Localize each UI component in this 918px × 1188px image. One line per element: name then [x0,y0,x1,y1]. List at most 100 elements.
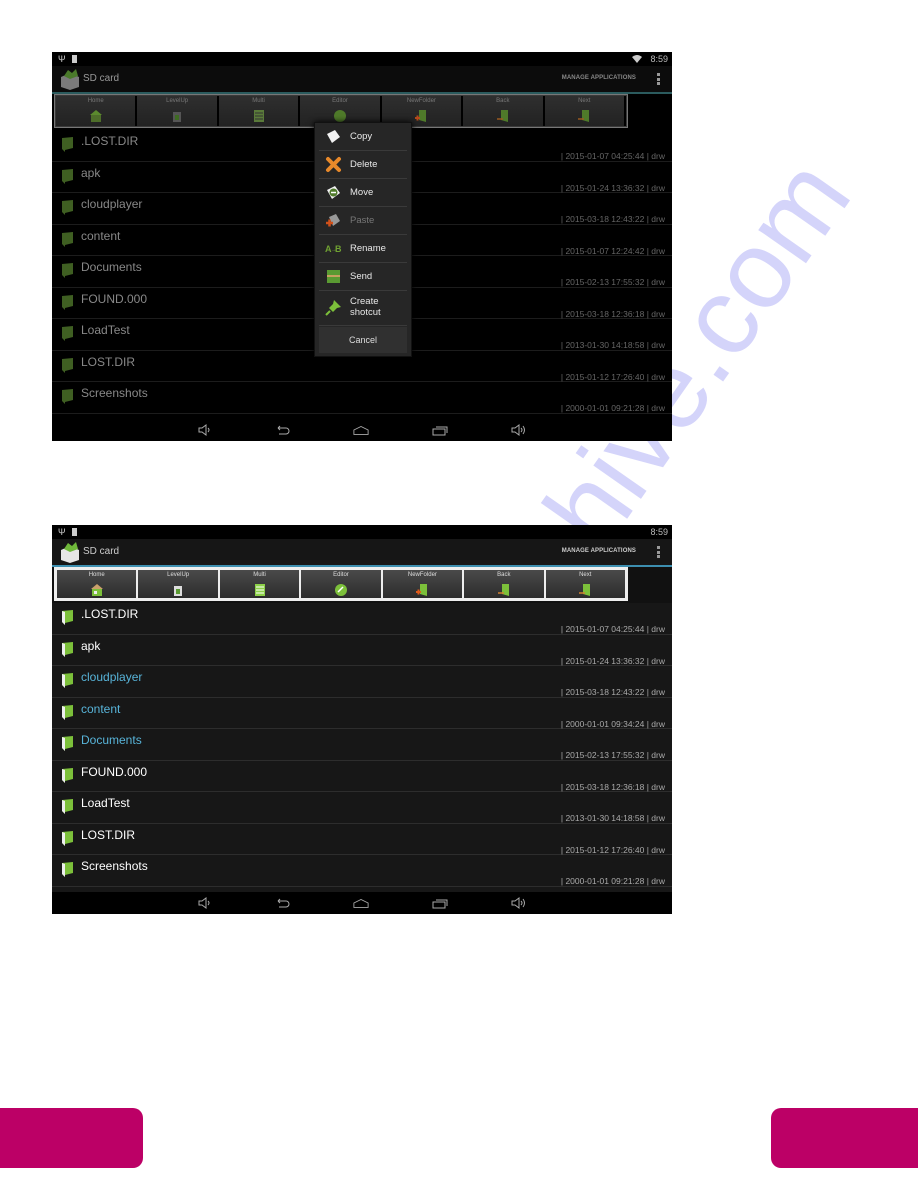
folder-icon [62,137,73,152]
toolbar-back-button[interactable]: Back [464,570,544,598]
clock: 8:59 [650,54,668,64]
action-bar: SD card MANAGE APPLICATIONS [52,66,672,94]
back-icon [496,110,508,122]
file-row[interactable]: Screenshots | 2000-01-01 09:21:28 | drw [52,855,672,887]
back-icon[interactable] [274,897,290,909]
multi-select-icon [253,110,264,122]
file-row[interactable]: LOST.DIR | 2015-01-12 17:26:40 | drw [52,823,672,855]
sd-card-icon [71,528,77,536]
volume-down-icon[interactable] [197,424,213,436]
context-menu-send[interactable]: Send [319,263,407,291]
toolbar-multi-button[interactable]: Multi [218,96,301,126]
context-menu-cancel-button[interactable]: Cancel [319,327,407,353]
folder-icon [62,830,73,846]
file-row[interactable]: Screenshots | 2000-01-01 09:21:28 | drw [52,382,672,414]
status-bar: Ψ 8:59 [52,525,672,539]
file-row[interactable]: LoadTest | 2013-01-30 14:18:58 | drw [52,792,672,824]
context-menu-move[interactable]: Move [319,179,407,207]
toolbar-back-button[interactable]: Back [463,96,545,126]
new-folder-icon [415,110,427,122]
screenshot-context-menu: Ψ 8:59 SD card MANAGE APPLICATIONS Home … [52,52,672,441]
overflow-menu-icon[interactable] [657,73,660,85]
context-menu-create-shortcut[interactable]: Create shotcut [319,291,407,326]
context-menu: Copy Delete Move Paste A → B Rename Send Cr… [314,122,412,357]
manage-applications-button[interactable]: MANAGE APPLICATIONS [562,548,636,554]
nav-bar [52,892,672,914]
page-tab-right [771,1108,918,1168]
file-row[interactable]: .LOST.DIR | 2015-01-07 04:25:44 | drw [52,603,672,635]
context-menu-copy[interactable]: Copy [319,123,407,151]
level-up-icon [173,112,182,122]
usb-icon: Ψ [58,54,66,64]
back-icon[interactable] [274,424,290,436]
editor-icon [333,110,346,122]
action-bar-title: SD card [83,546,120,557]
toolbar-levelup-button[interactable]: LevelUp [138,570,218,598]
overflow-menu-icon[interactable] [657,546,660,558]
toolbar-editor-button[interactable]: Editor [301,570,381,598]
home-icon[interactable] [353,897,369,909]
recent-apps-icon[interactable] [432,424,448,436]
nav-bar [52,419,672,441]
folder-icon [62,168,73,184]
toolbar-home-button[interactable]: Home [57,570,137,598]
home-icon [89,110,102,122]
file-row-selected[interactable]: Documents | 2015-02-13 17:55:32 | drw [52,729,672,761]
recent-apps-icon[interactable] [432,897,448,909]
pin-icon [325,300,341,316]
toolbar-levelup-button[interactable]: LevelUp [137,96,219,126]
folder-icon [62,200,73,215]
toolbar-home-button[interactable]: Home [56,96,138,126]
app-logo-icon [61,542,79,563]
volume-down-icon[interactable] [197,897,213,909]
screenshot-multi-select: Ψ 8:59 SD card MANAGE APPLICATIONS Home … [52,525,672,914]
folder-icon [62,641,73,657]
toolbar: Home LevelUp Multi Editor NewFolder Back… [52,567,672,603]
toolbar-multi-button[interactable]: Multi [219,570,300,598]
folder-icon [62,799,73,814]
file-row[interactable]: FOUND.000 | 2015-03-18 12:36:18 | drw [52,760,672,792]
file-row[interactable]: apk | 2015-01-24 13:36:32 | drw [52,634,672,666]
folder-icon [62,263,73,278]
send-icon [327,270,340,283]
folder-icon [62,231,73,247]
volume-up-icon[interactable] [510,897,526,909]
toolbar-newfolder-button[interactable]: NewFolder [382,570,463,598]
volume-up-icon[interactable] [510,424,526,436]
folder-icon [62,389,73,404]
folder-icon [62,767,73,783]
context-menu-delete[interactable]: Delete [319,151,407,179]
folder-icon [62,326,73,341]
clock: 8:59 [650,527,668,537]
toolbar-next-button[interactable]: Next [545,570,625,598]
folder-icon [62,736,73,751]
folder-icon [62,704,73,720]
page-tab-left [0,1108,143,1168]
multi-select-icon [254,584,265,596]
folder-icon [62,673,73,688]
svg-text:B: B [335,244,342,254]
level-up-icon [174,586,183,596]
toolbar-next-button[interactable]: Next [544,96,626,126]
status-bar: Ψ 8:59 [52,52,672,66]
app-logo-icon [61,69,79,90]
delete-icon [326,157,341,172]
new-folder-icon [416,584,428,596]
usb-icon: Ψ [58,527,66,537]
folder-icon [62,610,73,625]
context-menu-paste[interactable]: Paste [319,207,407,235]
next-icon [579,584,591,596]
move-icon [327,186,340,199]
action-bar-title: SD card [83,73,120,84]
action-bar: SD card MANAGE APPLICATIONS [52,539,672,567]
file-row-selected[interactable]: cloudplayer | 2015-03-18 12:43:22 | drw [52,666,672,698]
home-icon[interactable] [353,424,369,436]
manage-applications-button[interactable]: MANAGE APPLICATIONS [562,75,636,81]
wifi-icon [632,55,643,63]
context-menu-rename[interactable]: A → B Rename [319,235,407,263]
file-list: .LOST.DIR | 2015-01-07 04:25:44 | drw apk… [52,603,672,909]
file-row-selected[interactable]: content | 2000-01-01 09:34:24 | drw [52,697,672,729]
copy-icon [327,130,340,143]
folder-icon [62,862,73,877]
rename-icon: A →B [325,244,342,254]
